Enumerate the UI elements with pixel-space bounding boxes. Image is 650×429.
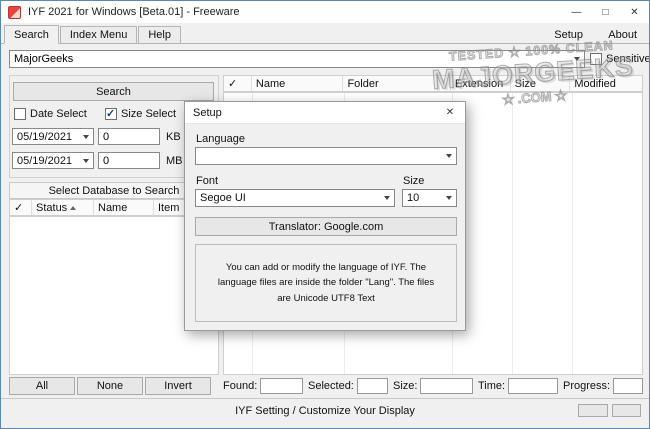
results-gridline (572, 93, 573, 374)
size-to-input[interactable] (99, 153, 159, 168)
status-bar-button-2[interactable] (612, 404, 641, 417)
language-info-box: You can add or modify the language of IY… (195, 244, 457, 322)
tab-help[interactable]: Help (138, 26, 181, 44)
font-combobox[interactable]: Segoe UI (195, 189, 395, 207)
date-select-option[interactable]: Date Select (14, 108, 87, 120)
date-to-dropdown-icon[interactable] (78, 153, 93, 168)
minimize-button[interactable]: — (562, 1, 591, 23)
tab-index-menu[interactable]: Index Menu (59, 26, 138, 44)
tab-search[interactable]: Search (4, 25, 59, 44)
search-input[interactable] (10, 53, 569, 65)
date-from-value: 05/19/2021 (17, 130, 73, 143)
tab-bar: Search Index Menu Help (4, 25, 182, 44)
date-from-dropdown-icon[interactable] (78, 129, 93, 144)
invert-button[interactable]: Invert (145, 377, 211, 395)
status-bar: IYF Setting / Customize Your Display (1, 399, 649, 428)
size-to-field-box (98, 152, 160, 169)
progress-label: Progress: (563, 380, 611, 392)
sensitive-option[interactable]: Sensitive (590, 53, 650, 65)
time-field: Time: (478, 378, 558, 394)
size-select-label: Size Select (121, 108, 177, 120)
progress-field: Progress: (563, 378, 643, 394)
font-size-combobox[interactable]: 10 (402, 189, 457, 207)
size-value-box (420, 378, 473, 394)
results-status-fields: Found: Selected: Size: Time: Progress: (223, 377, 643, 395)
font-size-value: 10 (407, 192, 420, 204)
results-column-size[interactable]: Size (511, 76, 571, 91)
found-field: Found: (223, 378, 303, 394)
font-dropdown-icon[interactable] (379, 190, 394, 206)
font-size-dropdown-icon[interactable] (441, 190, 456, 206)
setup-dialog-title-bar: Setup ✕ (185, 102, 465, 124)
results-gridline (512, 93, 513, 374)
date-to-value: 05/19/2021 (17, 154, 73, 167)
size-from-field-box (98, 128, 160, 145)
sort-ascending-icon (70, 205, 77, 210)
size-from-input[interactable] (99, 129, 159, 144)
setup-menu-item[interactable]: Setup (554, 29, 583, 41)
setup-dialog-title: Setup (193, 106, 222, 119)
window-title: IYF 2021 for Windows [Beta.01] - Freewar… (28, 6, 240, 18)
setup-dialog-close-button[interactable]: ✕ (435, 102, 465, 123)
db-column-check[interactable]: ✓ (10, 200, 32, 215)
results-column-name[interactable]: Name (252, 76, 344, 91)
progress-value-box (613, 378, 643, 394)
maximize-icon: □ (602, 6, 609, 18)
found-label: Found: (223, 380, 258, 392)
language-combobox[interactable] (195, 147, 457, 165)
window-controls: — □ ✕ (562, 1, 649, 23)
date-to-combobox[interactable]: 05/19/2021 (12, 152, 94, 169)
results-column-extension[interactable]: Extension (451, 76, 511, 91)
results-column-folder[interactable]: Folder (343, 76, 451, 91)
db-column-status-label: Status (36, 201, 68, 214)
minimize-icon: — (571, 6, 582, 18)
kb-label: KB (166, 131, 181, 143)
size-label: Size (403, 175, 425, 187)
translator-button[interactable]: Translator: Google.com (195, 217, 457, 236)
db-column-status[interactable]: Status (32, 200, 94, 215)
size-field: Size: (393, 378, 473, 394)
search-button[interactable]: Search (13, 82, 214, 101)
db-column-name[interactable]: Name (94, 200, 154, 215)
date-select-checkbox[interactable] (14, 108, 26, 120)
language-label: Language (196, 133, 245, 145)
language-info-text: You can add or modify the language of IY… (217, 262, 435, 304)
app-window: IYF 2021 for Windows [Beta.01] - Freewar… (0, 0, 650, 429)
status-bar-button-1[interactable] (578, 404, 608, 417)
none-button[interactable]: None (77, 377, 143, 395)
selected-label: Selected: (308, 380, 354, 392)
setup-dialog: Setup ✕ Language Font Size Segoe UI 10 T… (184, 101, 466, 331)
about-menu-item[interactable]: About (608, 29, 637, 41)
sensitive-label: Sensitive (606, 53, 650, 65)
search-combobox[interactable] (9, 50, 585, 68)
selected-value-box (356, 378, 388, 394)
results-table-header: ✓ Name Folder Extension Size Modified (223, 75, 643, 92)
size-select-option[interactable]: Size Select (105, 107, 177, 120)
time-value-box (508, 378, 558, 394)
mb-label: MB (166, 155, 183, 167)
found-value-box (260, 378, 303, 394)
results-column-modified[interactable]: Modified (570, 76, 642, 91)
date-select-label: Date Select (30, 108, 87, 120)
font-label: Font (196, 175, 219, 187)
close-button[interactable]: ✕ (620, 1, 649, 23)
close-icon: ✕ (630, 6, 639, 18)
language-dropdown-icon[interactable] (441, 148, 456, 164)
date-from-combobox[interactable]: 05/19/2021 (12, 128, 94, 145)
title-bar: IYF 2021 for Windows [Beta.01] - Freewar… (1, 1, 649, 23)
results-column-check[interactable]: ✓ (224, 76, 252, 91)
search-dropdown-icon[interactable] (569, 51, 584, 67)
font-value: Segoe UI (200, 192, 246, 204)
dialog-close-icon: ✕ (445, 107, 455, 118)
time-label: Time: (478, 380, 506, 392)
status-bar-text: IYF Setting / Customize Your Display (235, 405, 415, 417)
size-label: Size: (393, 380, 418, 392)
app-icon (8, 5, 21, 19)
size-select-checkbox[interactable] (105, 107, 117, 120)
selected-field: Selected: (308, 378, 388, 394)
all-button[interactable]: All (9, 377, 75, 395)
maximize-button[interactable]: □ (591, 1, 620, 23)
sensitive-checkbox[interactable] (590, 53, 602, 65)
